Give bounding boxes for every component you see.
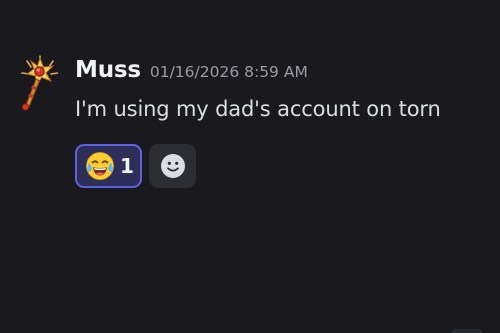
smiley-face-icon xyxy=(160,154,185,178)
avatar[interactable] xyxy=(18,54,59,112)
chat-message: Muss 01/16/2026 8:59 AM I'm using my dad… xyxy=(0,0,500,333)
timestamp: 01/16/2026 8:59 AM xyxy=(149,63,308,81)
corner-indicator xyxy=(452,329,482,333)
message-content: I'm using my dad's account on torn xyxy=(75,97,441,121)
golden-key-scepter-icon xyxy=(21,55,59,111)
message-header: Muss 01/16/2026 8:59 AM xyxy=(75,57,308,89)
reaction-joy[interactable]: 1 xyxy=(75,144,142,188)
reactions-bar: 1 xyxy=(75,144,196,188)
joy-emoji-icon xyxy=(86,152,114,180)
username[interactable]: Muss xyxy=(75,57,141,83)
add-reaction-button[interactable] xyxy=(149,144,196,188)
reaction-count: 1 xyxy=(120,154,134,178)
